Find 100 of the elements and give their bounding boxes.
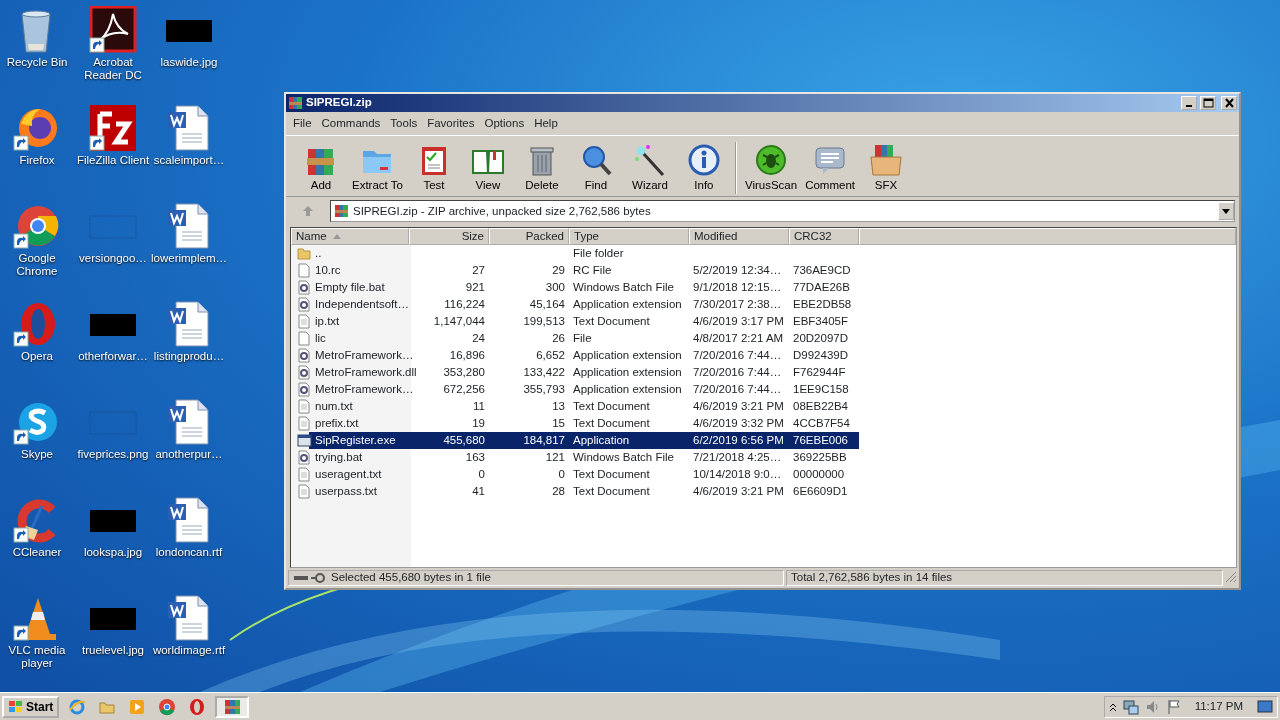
icon-label[interactable]: laswide.jpg [160,56,218,69]
menu-item[interactable]: Tools [385,114,423,134]
icon-label[interactable]: Firefox [19,154,55,167]
menu-item[interactable]: Help [529,114,563,134]
icon-label[interactable]: londoncan.rtf [155,546,223,559]
show-desktop-icon[interactable] [1257,699,1273,714]
file-row[interactable]: Independentsoft… 116,224 45,164 Application extension 7/30/2017 2:38… EBE2DB58 [291,296,1236,314]
file-row[interactable]: prefix.txt 19 15 Text Document 4/6/2019 3:32 PM 4CCB7F54 [291,415,1236,433]
text-file-icon [297,467,312,483]
column-header[interactable]: Size [409,228,489,246]
file-row[interactable]: MetroFramework.dll 353,280 133,422 Application extension 7/20/2016 7:44… F762944F [291,364,1236,382]
icon-label[interactable]: Recycle Bin [6,56,68,69]
maximize-button[interactable] [1200,96,1216,110]
toolbar-button[interactable]: Test [406,143,461,195]
drive-icon[interactable] [293,573,327,583]
text-file-icon [297,399,312,415]
icon-label[interactable]: versiongoo… [79,252,147,265]
file-row[interactable]: MetroFramework… 672,256 355,793 Application extension 7/20/2016 7:44… 1EE9C158 [291,381,1236,399]
toolbar-button[interactable]: Delete [514,143,569,195]
flag-icon[interactable] [1166,698,1181,715]
column-header[interactable]: Name [291,228,409,246]
text-file-icon [297,314,312,330]
table-cell-text: 4/6/2019 3:32 PM [693,416,784,432]
file-name: prefix.txt [315,416,359,432]
toolbar-button[interactable]: SFX [859,143,913,195]
menu-item[interactable]: File [288,114,317,134]
toolbar-button[interactable]: Add [294,143,348,195]
address-field[interactable]: SIPREGI.zip - ZIP archive, unpacked size 2,762,586 bytes [330,200,1235,223]
icon-label[interactable]: otherforwar… [78,350,148,363]
file-name: num.txt [315,399,353,415]
table-cell-text: 9/1/2018 12:15… [693,280,782,296]
icon-label[interactable]: Opera [21,350,53,363]
icon-label[interactable]: scaleimport… [153,154,225,167]
icon-label[interactable]: lowerimplem… [151,252,227,265]
table-cell-text: 0 [558,467,565,483]
icon-label[interactable]: lookspa.jpg [83,546,143,559]
toolbar-button[interactable]: Extract To [348,143,407,195]
table-cell-text: EBF3405F [793,314,848,330]
icon-label[interactable]: anotherpur… [155,448,223,461]
close-button[interactable] [1221,96,1237,110]
icon-label[interactable]: fiveprices.png [77,448,149,461]
toolbar-button[interactable]: VirusScan [740,143,802,195]
status-text: Selected 455,680 bytes in 1 file [331,570,491,586]
column-header[interactable]: Packed [489,228,569,246]
acrobat-icon[interactable] [88,6,138,54]
icon-label[interactable]: Skype [21,448,53,461]
file-row[interactable]: ip.txt 1,147,044 199,513 Text Document 4/6/2019 3:17 PM EBF3405F [291,313,1236,331]
icon-label[interactable]: CCleaner [12,546,62,559]
table-cell-text: 08EB22B4 [793,399,848,415]
file-row[interactable]: SipRegister.exe 455,680 184,817 Application 6/2/2019 6:56 PM 76EBE006 [291,432,1236,450]
column-header[interactable]: Modified [689,228,789,246]
info-icon [686,143,721,177]
taskbar-button[interactable] [215,695,250,718]
filezilla-icon[interactable] [88,104,138,152]
toolbar-button[interactable]: Comment [801,143,859,195]
column-header[interactable]: CRC32 [789,228,859,246]
toolbar-button[interactable]: Find [568,143,623,195]
table-cell-text: 28 [552,484,565,500]
column-header[interactable]: Type [569,228,689,246]
table-cell-text: 24 [472,331,485,347]
table-cell-text: 355,793 [523,382,565,398]
icon-label[interactable]: listingprodu… [153,350,225,363]
file-row[interactable]: .. File folder [291,245,1236,263]
icon-label[interactable]: truelevel.jpg [82,644,144,657]
menu-item[interactable]: Options [479,114,530,134]
file-row[interactable]: lic 24 26 File 4/8/2017 2:21 AM 20D2097D [291,330,1236,348]
table-cell-text: 672,256 [443,382,485,398]
table-cell-text: RC File [573,263,612,279]
icon-label[interactable]: VLC media player [0,644,74,670]
network-icon[interactable] [1122,698,1139,715]
icon-label[interactable]: Acrobat Reader DC [76,56,150,82]
file-row[interactable]: userpass.txt 41 28 Text Document 4/6/2019 3:21 PM 6E6609D1 [291,483,1236,501]
table-cell-text: 10/14/2018 9:0… [693,467,782,483]
table-cell-text: 6E6609D1 [793,484,848,500]
icon-label[interactable]: Google Chrome [0,252,74,278]
start-button[interactable]: Start [2,695,60,718]
file-row[interactable]: trying.bat 163 121 Windows Batch File 7/21/2018 4:25… 369225BB [291,449,1236,467]
table-cell-text: 121 [545,450,565,466]
file-row[interactable]: MetroFramework… 16,896 6,652 Application extension 7/20/2016 7:44… D992439D [291,347,1236,365]
chevron-icon[interactable] [1108,701,1117,712]
menu-item[interactable]: Commands [316,114,386,134]
file-row[interactable]: num.txt 11 13 Text Document 4/6/2019 3:21 PM 08EB22B4 [291,398,1236,416]
resize-grip-icon[interactable] [1225,570,1237,584]
dropdown-button[interactable] [1218,202,1234,221]
file-row[interactable]: 10.rc 27 29 RC File 5/2/2019 12:34… 736AE9CD [291,262,1236,280]
table-cell-text: 45,164 [529,297,565,313]
table-cell-text: 16,896 [449,348,485,364]
file-name: SipRegister.exe [315,433,396,449]
menu-item[interactable]: Favorites [422,114,480,134]
toolbar-button[interactable]: Info [676,143,731,195]
toolbar-button[interactable]: Wizard [622,143,677,195]
archive-icon [223,697,242,716]
icon-label[interactable]: FileZilla Client [76,154,150,167]
file-row[interactable]: useragent.txt 0 0 Text Document 10/14/2018 9:0… 00000000 [291,466,1236,484]
table-cell-text: 5/2/2019 12:34… [693,263,782,279]
toolbar-button[interactable]: View [460,143,515,195]
minimize-button[interactable] [1181,96,1197,110]
table-cell-text: F762944F [793,365,846,381]
icon-label[interactable]: worldimage.rtf [152,644,226,657]
file-row[interactable]: Empty file.bat 921 300 Windows Batch File 9/1/2018 12:15… 77DAE26B [291,279,1236,297]
